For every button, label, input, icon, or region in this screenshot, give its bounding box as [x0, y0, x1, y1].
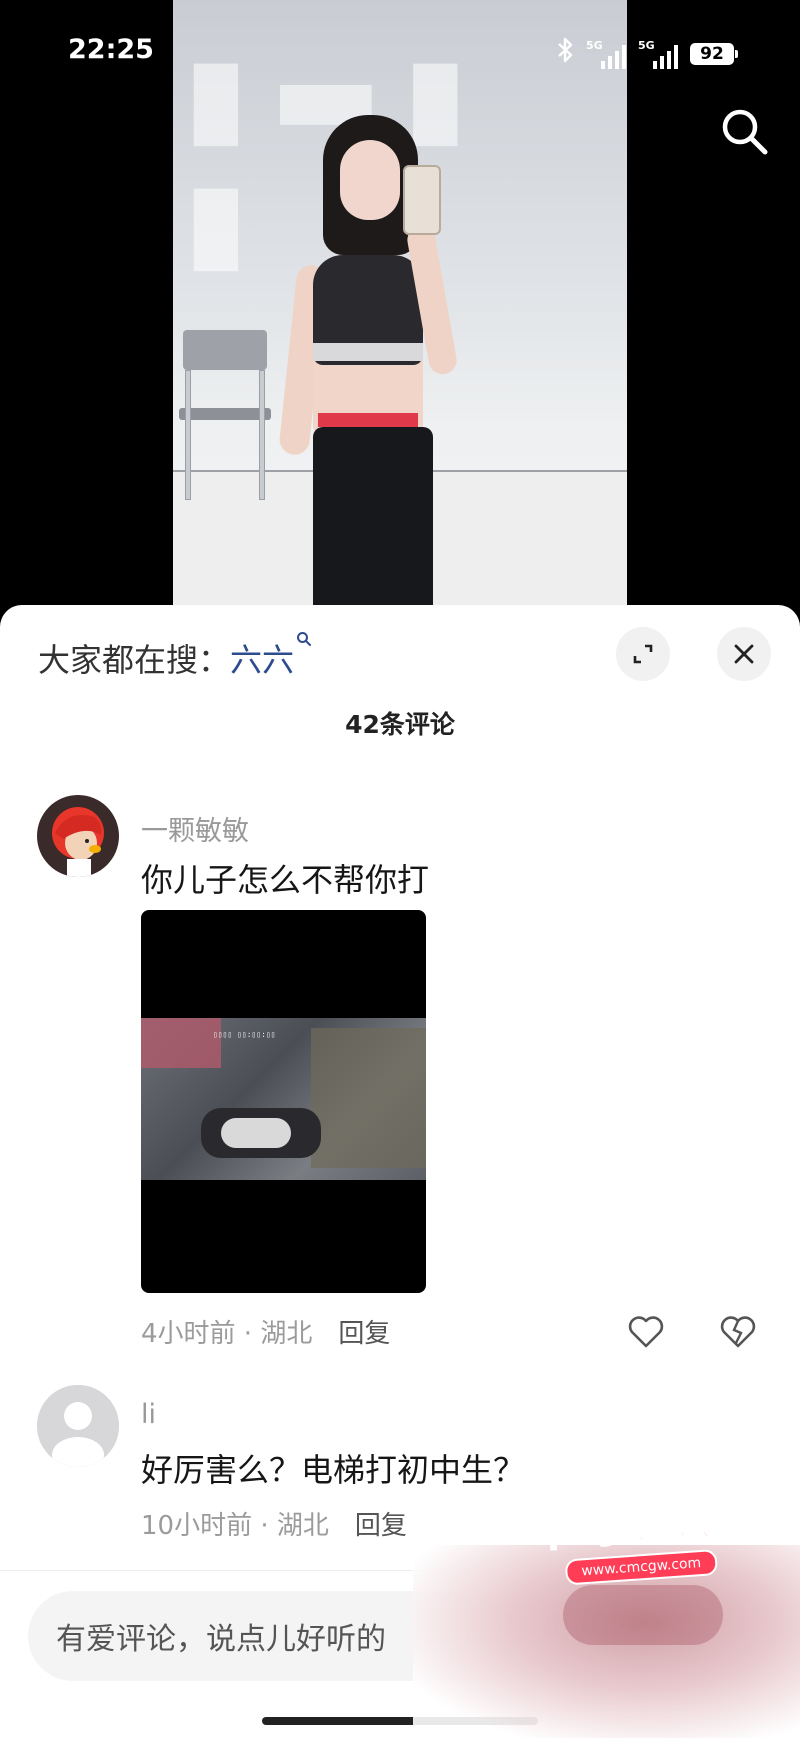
expand-icon [633, 644, 653, 664]
reply-button[interactable]: 回复 [355, 1505, 407, 1542]
like-heart-icon[interactable] [624, 1309, 668, 1353]
comment-item: 一颗敏敏 你儿子怎么不帮你打 ▯▯▯▯ ▯▯:▯▯:▯▯ 4小时前 · 湖北 回… [0, 795, 800, 1349]
comment-time: 10小时前 · 湖北 [141, 1511, 329, 1541]
video-frame[interactable]: ▮▬▮ ▮ [173, 0, 627, 610]
battery-icon: 92 [690, 42, 738, 65]
comment-media-video[interactable]: ▯▯▯▯ ▯▯:▯▯:▯▯ [141, 910, 426, 1293]
close-button[interactable] [717, 627, 771, 681]
dislike-broken-heart-icon[interactable] [716, 1309, 760, 1353]
comment-text: 你儿子怎么不帮你打 [141, 861, 430, 899]
expand-button[interactable] [616, 627, 670, 681]
comment-count: 42条评论 [345, 710, 455, 739]
trending-keyword-link[interactable]: 六六 [230, 635, 294, 681]
avatar[interactable] [37, 795, 119, 877]
elevator-footage-image: ▯▯▯▯ ▯▯:▯▯:▯▯ [141, 1018, 426, 1180]
comment-time: 4小时前 · 湖北 [141, 1319, 313, 1349]
video-player[interactable]: ▮▬▮ ▮ 22:25 5G 5G 92 [0, 0, 800, 620]
comment-author[interactable]: li [141, 1399, 156, 1430]
trending-prefix: 大家都在搜： [38, 641, 231, 679]
comment-meta: 4小时前 · 湖北 回复 [141, 1313, 390, 1350]
signal-icon: 5G [586, 39, 626, 69]
close-icon [734, 644, 754, 664]
comment-author[interactable]: 一颗敏敏 [141, 809, 249, 848]
watermark-overlay: 草莓吃瓜网 www.cmcgw.com [413, 1455, 800, 1738]
avatar[interactable] [37, 1385, 119, 1467]
trending-search: 大家都在搜： 六六 [38, 632, 312, 681]
search-small-icon [296, 631, 312, 652]
blur-patch [563, 1585, 723, 1645]
comment-meta: 10小时前 · 湖北 回复 [141, 1505, 407, 1542]
watermark-title: 草莓吃瓜网 [528, 1490, 758, 1559]
reply-button[interactable]: 回复 [338, 1313, 390, 1350]
search-icon[interactable] [718, 105, 772, 159]
battery-level: 92 [690, 42, 734, 65]
bluetooth-icon [556, 36, 574, 71]
status-time: 22:25 [68, 34, 154, 65]
status-icons: 5G 5G 92 [556, 36, 738, 71]
comment-input-placeholder: 有爱评论，说点儿好听的 [56, 1622, 386, 1657]
person-image [268, 115, 498, 610]
chair-image [179, 330, 271, 505]
signal-icon: 5G [638, 39, 678, 69]
watermark-logo: 草莓吃瓜网 www.cmcgw.com [528, 1480, 759, 1587]
